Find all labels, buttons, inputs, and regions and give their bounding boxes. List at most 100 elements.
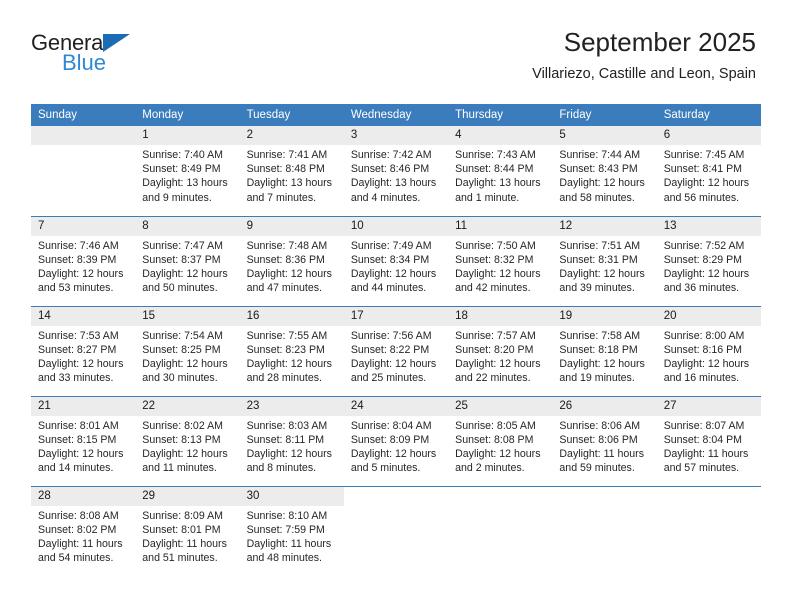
day-sun-info: Sunrise: 7:51 AM Sunset: 8:31 PM Daylight:… xyxy=(552,236,656,296)
calendar-week-row: 21 Sunrise: 8:01 AM Sunset: 8:15 PM Dayligh… xyxy=(31,395,761,486)
day-info-line: and 47 minutes. xyxy=(246,282,322,295)
calendar-day-cell[interactable]: 24 Sunrise: 8:04 AM Sunset: 8:09 PM Dayligh… xyxy=(343,395,449,486)
day-sun-info: Sunrise: 8:07 AM Sunset: 8:04 PM Daylight:… xyxy=(657,416,761,476)
day-info-line: and 9 minutes. xyxy=(142,191,212,204)
calendar-day-cell[interactable]: 28 Sunrise: 8:08 AM Sunset: 8:02 PM Dayligh… xyxy=(31,485,136,576)
page-title: September 2025 xyxy=(563,27,756,57)
calendar-day-cell[interactable]: 25 Sunrise: 8:05 AM Sunset: 8:08 PM Dayligh… xyxy=(448,395,553,486)
day-info-line: Daylight: 11 hours xyxy=(246,537,332,550)
day-number: 13 xyxy=(656,216,761,236)
weekday-header-saturday: Saturday xyxy=(656,104,761,126)
day-info-line: Daylight: 12 hours xyxy=(38,447,124,460)
calendar-body: 1 Sunrise: 7:40 AM Sunset: 8:49 PM Daylight… xyxy=(31,126,761,576)
day-sun-info: Sunrise: 7:48 AM Sunset: 8:36 PM Daylight:… xyxy=(240,236,344,296)
day-info-line: and 11 minutes. xyxy=(142,462,217,475)
calendar-day-cell[interactable]: 19 Sunrise: 7:58 AM Sunset: 8:18 PM Dayligh… xyxy=(552,305,657,396)
calendar-day-cell[interactable]: 23 Sunrise: 8:03 AM Sunset: 8:11 PM Dayligh… xyxy=(239,395,344,486)
calendar-day-cell[interactable]: 1 Sunrise: 7:40 AM Sunset: 8:49 PM Daylight… xyxy=(135,126,240,216)
day-number: 6 xyxy=(656,126,761,145)
calendar-day-cell[interactable]: 11 Sunrise: 7:50 AM Sunset: 8:32 PM Dayligh… xyxy=(448,215,553,306)
day-number: 1 xyxy=(135,126,240,145)
title-block: September 2025 Villariezo, Castille and … xyxy=(532,26,756,84)
calendar-day-cell[interactable]: 3 Sunrise: 7:42 AM Sunset: 8:46 PM Daylight… xyxy=(343,126,449,216)
day-info-line: Sunrise: 7:51 AM xyxy=(559,239,641,252)
day-info-line: Daylight: 12 hours xyxy=(350,357,437,370)
calendar-day-cell[interactable]: 5 Sunrise: 7:44 AM Sunset: 8:43 PM Daylight… xyxy=(552,126,657,216)
day-number: 22 xyxy=(135,396,240,416)
calendar-day-cell[interactable]: 17 Sunrise: 7:56 AM Sunset: 8:22 PM Dayligh… xyxy=(343,305,449,396)
calendar-day-cell[interactable]: 26 Sunrise: 8:06 AM Sunset: 8:06 PM Dayligh… xyxy=(552,395,657,486)
day-info-line: Sunset: 8:15 PM xyxy=(38,433,117,446)
calendar-day-cell[interactable]: 27 Sunrise: 8:07 AM Sunset: 8:04 PM Dayligh… xyxy=(656,395,761,486)
day-info-line: and 4 minutes. xyxy=(350,191,421,204)
day-info-line: Sunset: 8:32 PM xyxy=(455,253,534,266)
day-info-line: Sunset: 8:39 PM xyxy=(38,253,117,266)
calendar-day-cell[interactable]: 30 Sunrise: 8:10 AM Sunset: 7:59 PM Dayligh… xyxy=(239,485,344,576)
calendar-day-cell[interactable]: 21 Sunrise: 8:01 AM Sunset: 8:15 PM Dayligh… xyxy=(31,395,136,486)
weekday-header-sunday: Sunday xyxy=(31,104,136,126)
day-number xyxy=(552,487,656,506)
day-info-line: and 54 minutes. xyxy=(38,552,114,565)
day-sun-info xyxy=(344,506,448,509)
calendar-day-cell[interactable]: 8 Sunrise: 7:47 AM Sunset: 8:37 PM Daylight… xyxy=(135,215,240,306)
calendar-day-cell[interactable]: 9 Sunrise: 7:48 AM Sunset: 8:36 PM Daylight… xyxy=(239,215,344,306)
day-info-line: and 58 minutes. xyxy=(559,191,635,204)
calendar-day-cell[interactable]: 15 Sunrise: 7:54 AM Sunset: 8:25 PM Dayligh… xyxy=(135,305,240,396)
calendar-day-cell[interactable]: 13 Sunrise: 7:52 AM Sunset: 8:29 PM Dayligh… xyxy=(656,215,761,306)
day-info-line: and 25 minutes. xyxy=(350,372,427,385)
day-info-line: and 22 minutes. xyxy=(455,372,531,385)
calendar-day-cell[interactable]: 18 Sunrise: 7:57 AM Sunset: 8:20 PM Dayligh… xyxy=(448,305,553,396)
calendar-day-cell[interactable]: 12 Sunrise: 7:51 AM Sunset: 8:31 PM Dayligh… xyxy=(552,215,657,306)
calendar-day-cell[interactable]: 20 Sunrise: 8:00 AM Sunset: 8:16 PM Dayligh… xyxy=(656,305,761,396)
day-sun-info: Sunrise: 8:00 AM Sunset: 8:16 PM Daylight:… xyxy=(657,326,761,386)
page-header: General Blue September 2025 Villariezo, … xyxy=(0,0,792,82)
calendar-empty-cell xyxy=(552,485,657,576)
day-sun-info xyxy=(552,506,656,509)
day-info-line: and 28 minutes. xyxy=(246,372,322,385)
day-sun-info: Sunrise: 7:57 AM Sunset: 8:20 PM Daylight:… xyxy=(448,326,552,386)
day-info-line: Sunrise: 7:43 AM xyxy=(455,149,536,161)
calendar-page: General Blue September 2025 Villariezo, … xyxy=(0,0,792,612)
general-blue-logo[interactable]: General Blue xyxy=(31,32,221,84)
day-number: 15 xyxy=(135,306,240,326)
day-number: 12 xyxy=(552,216,657,236)
day-info-line: Daylight: 13 hours xyxy=(455,177,541,190)
day-info-line: Sunset: 8:08 PM xyxy=(455,433,534,446)
calendar-day-cell[interactable]: 29 Sunrise: 8:09 AM Sunset: 8:01 PM Dayligh… xyxy=(135,485,240,576)
day-info-line: Sunset: 8:11 PM xyxy=(246,433,325,446)
day-info-line: and 33 minutes. xyxy=(38,372,114,385)
day-sun-info: Sunrise: 7:52 AM Sunset: 8:29 PM Daylight:… xyxy=(657,236,761,296)
day-info-line: Daylight: 12 hours xyxy=(142,447,228,460)
calendar-day-cell[interactable]: 2 Sunrise: 7:41 AM Sunset: 8:48 PM Daylight… xyxy=(239,126,344,216)
day-sun-info: Sunrise: 7:50 AM Sunset: 8:32 PM Daylight:… xyxy=(448,236,552,296)
day-number: 16 xyxy=(239,306,344,326)
day-number: 20 xyxy=(656,306,761,326)
day-info-line: Daylight: 12 hours xyxy=(350,267,437,280)
day-info-line: and 8 minutes. xyxy=(246,462,317,475)
calendar-day-cell[interactable]: 4 Sunrise: 7:43 AM Sunset: 8:44 PM Daylight… xyxy=(448,126,553,216)
day-info-line: Sunset: 8:06 PM xyxy=(559,433,638,446)
day-info-line: Sunset: 8:25 PM xyxy=(142,343,221,356)
day-info-line: Sunset: 8:02 PM xyxy=(38,523,117,536)
day-info-line: and 7 minutes. xyxy=(246,191,317,204)
day-number: 19 xyxy=(552,306,657,326)
calendar-day-cell[interactable]: 22 Sunrise: 8:02 AM Sunset: 8:13 PM Dayligh… xyxy=(135,395,240,486)
day-number: 29 xyxy=(135,486,240,506)
calendar-day-cell[interactable]: 6 Sunrise: 7:45 AM Sunset: 8:41 PM Daylight… xyxy=(656,126,761,216)
day-info-line: and 5 minutes. xyxy=(350,462,421,475)
day-number xyxy=(31,126,136,145)
day-sun-info: Sunrise: 7:54 AM Sunset: 8:25 PM Daylight:… xyxy=(135,326,239,386)
calendar-day-cell[interactable]: 16 Sunrise: 7:55 AM Sunset: 8:23 PM Dayligh… xyxy=(239,305,344,396)
day-info-line: Sunset: 8:49 PM xyxy=(142,163,221,176)
day-number: 3 xyxy=(343,126,449,145)
day-info-line: Daylight: 12 hours xyxy=(663,357,750,370)
day-number: 18 xyxy=(448,306,553,326)
day-number xyxy=(344,487,448,506)
day-number: 14 xyxy=(31,306,136,326)
day-info-line: Daylight: 12 hours xyxy=(455,447,541,460)
calendar-day-cell[interactable]: 7 Sunrise: 7:46 AM Sunset: 8:39 PM Daylight… xyxy=(31,215,136,306)
calendar-day-cell[interactable]: 14 Sunrise: 7:53 AM Sunset: 8:27 PM Dayligh… xyxy=(31,305,136,396)
day-info-line: Daylight: 11 hours xyxy=(38,537,123,550)
calendar-day-cell[interactable]: 10 Sunrise: 7:49 AM Sunset: 8:34 PM Dayligh… xyxy=(343,215,449,306)
day-info-line: Sunrise: 7:58 AM xyxy=(559,329,641,342)
